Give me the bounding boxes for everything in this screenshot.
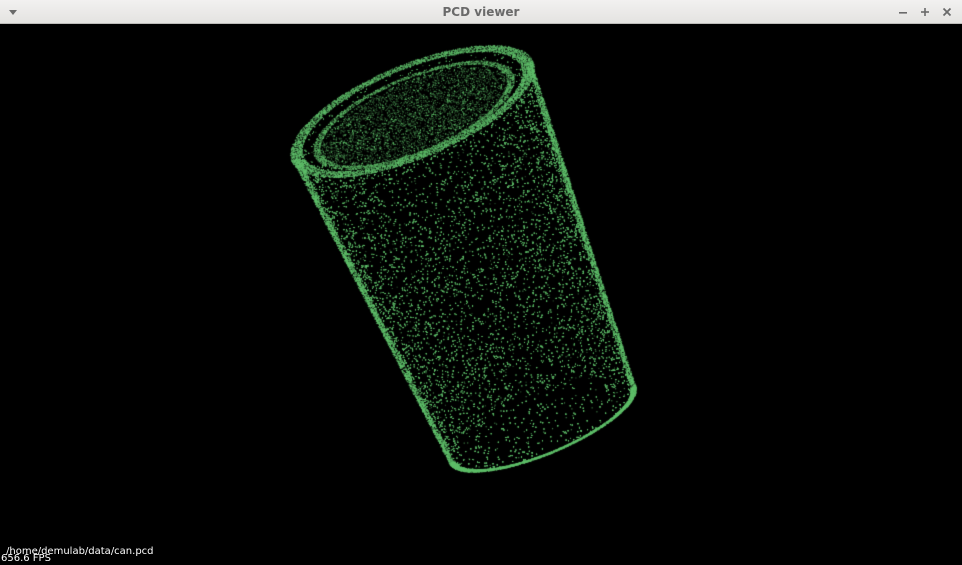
point-cloud-viewport[interactable]: /home/demulab/data/can.pcd 656.6 FPS [0, 24, 962, 565]
point-cloud-canvas[interactable] [0, 24, 962, 565]
minimize-icon[interactable] [896, 5, 910, 19]
close-icon[interactable] [940, 5, 954, 19]
window-title: PCD viewer [442, 5, 520, 19]
title-bar[interactable]: PCD viewer [0, 0, 962, 24]
pcd-viewer-window: PCD viewer /home/demulab/data/can.pcd 65… [0, 0, 962, 565]
fps-counter: 656.6 FPS [1, 553, 51, 564]
plus-icon[interactable] [918, 5, 932, 19]
